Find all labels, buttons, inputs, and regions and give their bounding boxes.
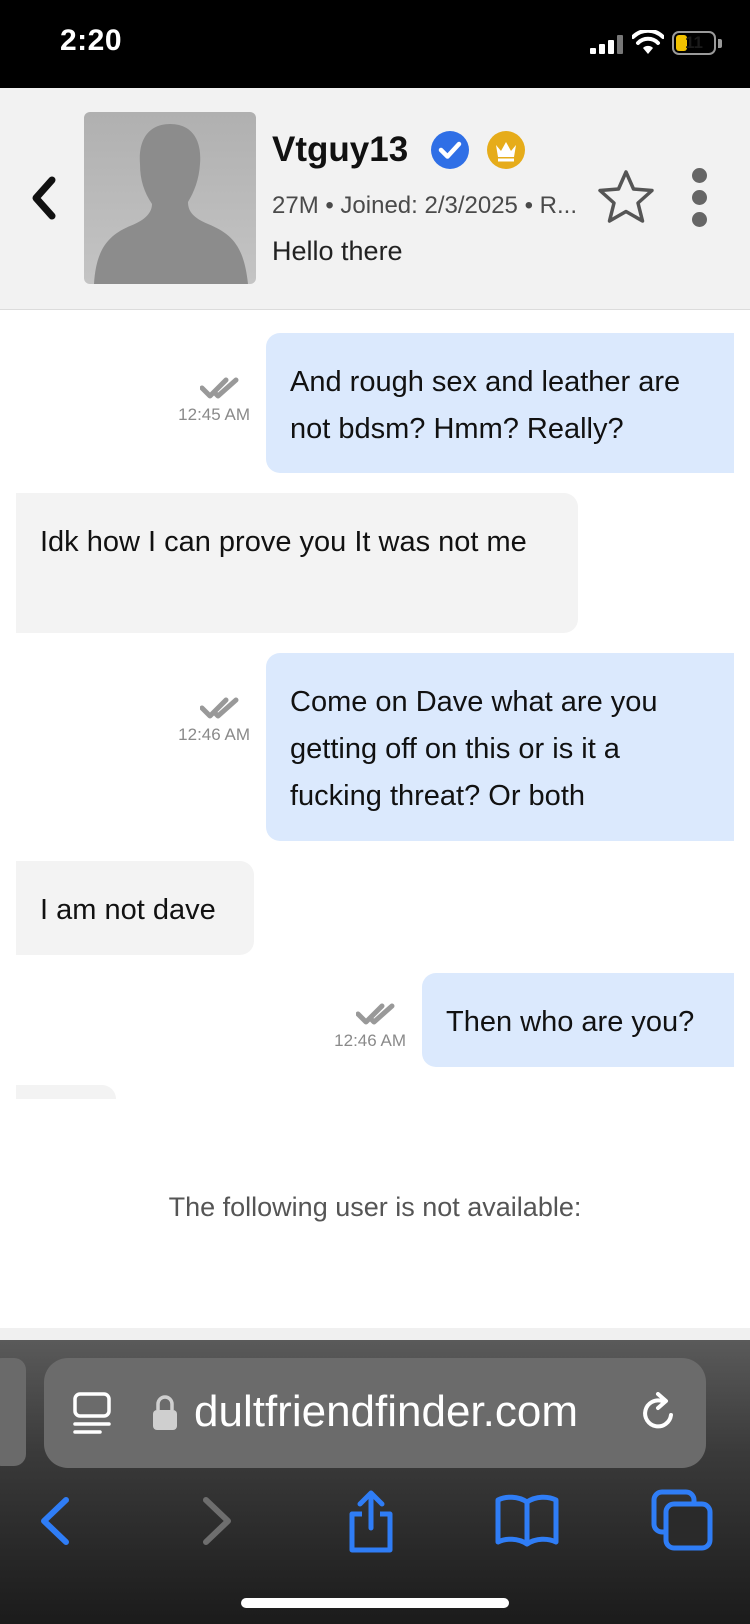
reader-mode-icon[interactable] [72, 1392, 112, 1436]
status-bar: 2:20 11 [0, 0, 750, 88]
back-arrow-icon[interactable] [24, 1488, 90, 1554]
chat-header: Vtguy13 27M • Joined: 2/3/2025 • R... He… [0, 88, 750, 310]
cellular-signal-icon [590, 34, 624, 54]
message-bubble-clipped [16, 1085, 116, 1099]
message-status: 12:46 AM [150, 695, 250, 745]
avatar[interactable] [84, 112, 256, 284]
wifi-icon [632, 30, 664, 54]
crown-icon [487, 131, 526, 169]
divider [0, 1328, 750, 1340]
message-bubble-outgoing[interactable]: And rough sex and leather are not bdsm? … [266, 333, 734, 473]
share-icon[interactable] [338, 1488, 404, 1554]
address-bar[interactable]: dultfriendfinder.com [44, 1358, 706, 1468]
message-time: 12:46 AM [334, 1031, 406, 1050]
lock-icon [153, 1395, 177, 1430]
name-row: Vtguy13 [272, 128, 526, 172]
book-icon[interactable] [494, 1488, 560, 1554]
message-list[interactable]: 12:45 AM And rough sex and leather are n… [0, 311, 750, 1099]
clock: 2:20 [60, 24, 123, 57]
forward-arrow-icon[interactable] [182, 1488, 248, 1554]
message-bubble-incoming[interactable]: Idk how I can prove you It was not me [16, 493, 578, 633]
message-time: 12:45 AM [178, 405, 250, 424]
url-text[interactable]: dultfriendfinder.com [194, 1382, 578, 1442]
message-status: 12:46 AM [300, 1001, 406, 1051]
previous-tab-peek[interactable] [0, 1358, 26, 1466]
tabs-icon[interactable] [650, 1488, 716, 1554]
profile-meta: 27M • Joined: 2/3/2025 • R... [272, 192, 577, 219]
double-check-icon [200, 377, 239, 399]
message-bubble-incoming[interactable]: I am not dave [16, 861, 254, 955]
verified-check-icon [431, 131, 470, 169]
username[interactable]: Vtguy13 [272, 130, 408, 170]
silhouette-icon [94, 124, 248, 284]
unavailable-notice: The following user is not available: [168, 1192, 582, 1222]
home-indicator [241, 1598, 509, 1608]
reload-icon[interactable] [638, 1392, 680, 1434]
message-time: 12:46 AM [178, 725, 250, 744]
more-vertical-icon[interactable] [684, 168, 714, 228]
browser-nav [0, 1488, 750, 1568]
browser-toolbar: dultfriendfinder.com [0, 1340, 750, 1624]
battery-level: 11 [685, 33, 703, 52]
chevron-left-icon[interactable] [24, 170, 64, 226]
profile-status-message: Hello there [272, 236, 403, 266]
double-check-icon [200, 697, 239, 719]
message-bubble-outgoing[interactable]: Come on Dave what are you getting off on… [266, 653, 734, 841]
message-status: 12:45 AM [150, 375, 250, 425]
double-check-icon [356, 1003, 395, 1025]
battery-icon: 11 [672, 31, 716, 55]
star-icon[interactable] [596, 168, 656, 226]
message-bubble-outgoing[interactable]: Then who are you? [422, 973, 734, 1067]
